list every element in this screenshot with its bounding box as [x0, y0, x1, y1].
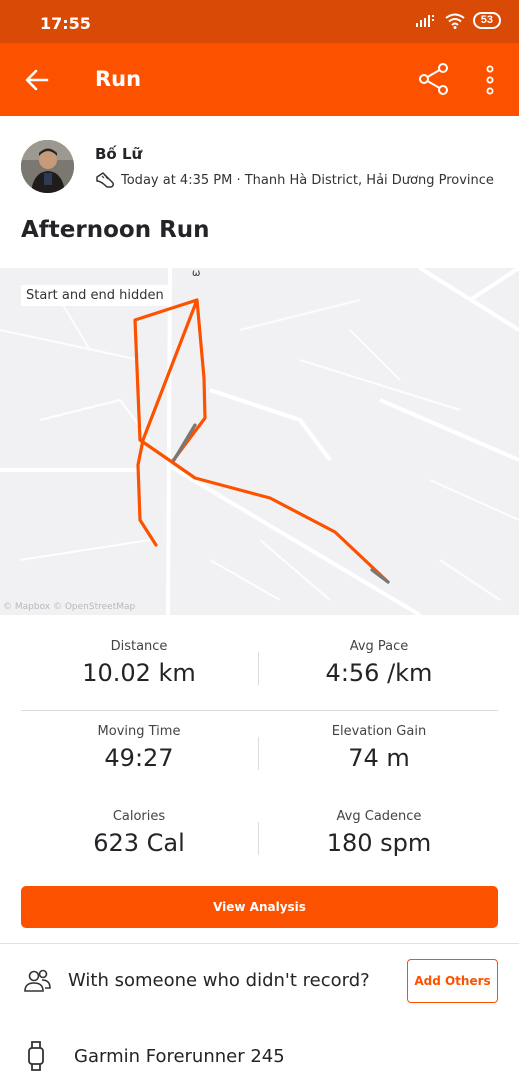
map-road-label: ω — [192, 268, 200, 279]
signal-icon — [415, 14, 434, 27]
stat-label: Moving Time — [97, 724, 181, 739]
route-path — [133, 298, 390, 584]
more-options-icon[interactable] — [485, 65, 495, 95]
stat-calories: Calories 623 Cal — [19, 809, 259, 857]
activity-title: Afternoon Run — [21, 217, 210, 243]
map-canvas: ω — [0, 268, 519, 615]
wifi-icon — [445, 13, 465, 29]
view-analysis-button[interactable]: View Analysis — [21, 886, 498, 928]
device-name: Garmin Forerunner 245 — [74, 1046, 285, 1067]
watch-icon — [28, 1041, 44, 1071]
shoe-icon — [96, 172, 114, 188]
stat-elevation-gain: Elevation Gain 74 m — [259, 724, 499, 772]
status-bar: 17:55 53 — [0, 0, 519, 43]
stats-divider — [21, 710, 498, 711]
athlete-name[interactable]: Bố Lữ — [95, 145, 142, 163]
stat-distance: Distance 10.02 km — [19, 639, 259, 687]
map-attribution-text: © Mapbox © OpenStreetMap — [3, 602, 136, 612]
start-end-hidden-label: Start and end hidden — [21, 285, 169, 306]
group-people-icon — [24, 969, 51, 992]
activity-meta: Today at 4:35 PM · Thanh Hà District, Hả… — [95, 171, 494, 189]
stat-label: Avg Pace — [349, 639, 409, 654]
stat-label: Elevation Gain — [331, 724, 427, 739]
add-others-button[interactable]: Add Others — [407, 959, 498, 1003]
stat-label: Distance — [110, 639, 168, 654]
activity-date-location: Today at 4:35 PM · Thanh Hà District, Hả… — [121, 172, 494, 188]
stat-value: 74 m — [348, 744, 410, 772]
battery-indicator: 53 — [472, 12, 501, 29]
stat-avg-pace: Avg Pace 4:56 /km — [259, 639, 499, 687]
with-others-prompt: With someone who didn't record? — [68, 970, 370, 991]
stat-label: Calories — [112, 809, 166, 824]
route-map[interactable]: ω © Mapbox © OpenStreetMap — [0, 268, 519, 615]
stat-value: 49:27 — [104, 744, 174, 772]
section-divider — [0, 943, 519, 944]
stat-avg-cadence: Avg Cadence 180 spm — [259, 809, 499, 857]
athlete-avatar[interactable] — [21, 140, 74, 193]
map-attribution[interactable]: © Mapbox © OpenStreetMap — [3, 602, 135, 612]
page-title: Run — [95, 67, 142, 91]
status-icons: 53 — [415, 12, 501, 29]
share-icon[interactable] — [418, 63, 450, 95]
stat-value: 10.02 km — [82, 659, 196, 687]
stat-label: Avg Cadence — [336, 809, 422, 824]
app-bar: Run — [0, 43, 519, 116]
stat-value: 4:56 /km — [325, 659, 433, 687]
stat-moving-time: Moving Time 49:27 — [19, 724, 259, 772]
back-arrow-icon[interactable] — [25, 69, 49, 91]
status-time: 17:55 — [40, 14, 91, 33]
stat-value: 180 spm — [326, 829, 432, 857]
stat-value: 623 Cal — [93, 829, 185, 857]
